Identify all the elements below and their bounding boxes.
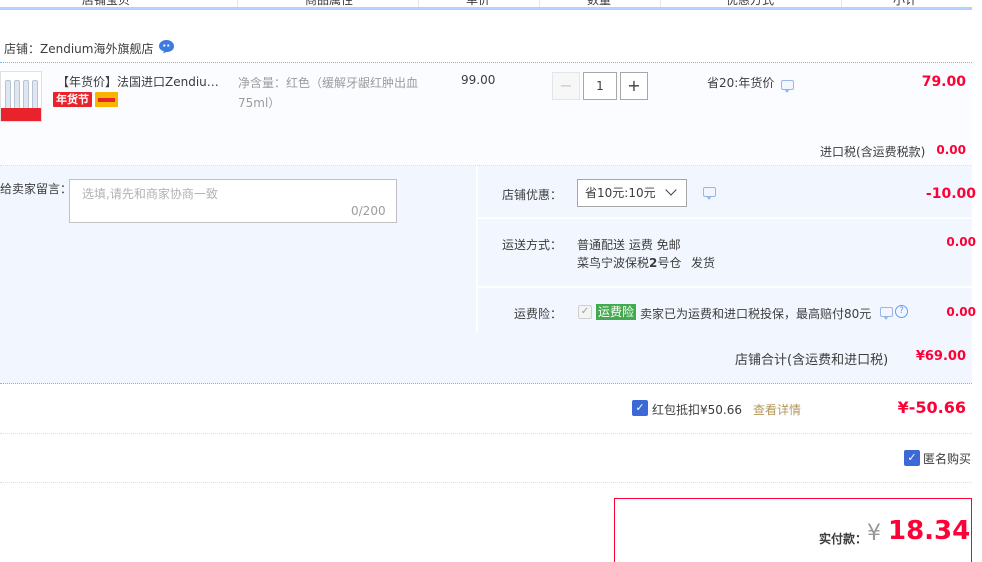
shipping-dispatch: 发货 bbox=[691, 256, 716, 270]
anonymous-purchase-checkbox[interactable]: ✓ bbox=[904, 450, 920, 466]
credit-card-icon bbox=[95, 92, 118, 107]
new-year-festival-badge: 年货节 bbox=[53, 92, 92, 107]
quantity-input[interactable] bbox=[583, 72, 617, 100]
unit-price: 99.00 bbox=[461, 73, 496, 87]
warehouse-suffix: 号仓 bbox=[657, 256, 682, 270]
anonymous-purchase-label: 匿名购买 bbox=[923, 452, 972, 466]
help-icon[interactable]: ? bbox=[895, 305, 908, 318]
header-col-price: 单价 bbox=[466, 0, 491, 7]
coupon-details-link[interactable]: 查看详情 bbox=[753, 401, 801, 418]
promotion-comment-icon[interactable] bbox=[781, 80, 794, 93]
insurance-label: 运费险： bbox=[514, 307, 563, 321]
store-total-label: 店铺合计(含运费和进口税) bbox=[735, 353, 889, 368]
import-tax-value: 0.00 bbox=[936, 143, 966, 157]
product-attribute: 净含量：红色（缓解牙龈红肿出血75ml） bbox=[238, 76, 419, 110]
header-col-quantity: 数量 bbox=[587, 0, 612, 7]
payment-label: 实付款： bbox=[819, 532, 868, 546]
insurance-text: 卖家已为运费和进口税投保，最高赔付80元 bbox=[640, 307, 872, 321]
insurance-value: 0.00 bbox=[946, 305, 976, 319]
product-thumbnail[interactable] bbox=[0, 71, 42, 122]
payment-amount: 18.34 bbox=[888, 516, 971, 546]
item-subtotal: 79.00 bbox=[921, 74, 966, 90]
insurance-checkbox[interactable]: ✓ bbox=[578, 305, 592, 319]
shipping-value: 0.00 bbox=[946, 235, 976, 249]
shipping-warehouse: 菜鸟宁波保税2号仓 bbox=[577, 254, 681, 271]
header-col-subtotal: 小计 bbox=[893, 0, 918, 7]
coupon-label: 红包抵扣¥50.66 bbox=[652, 403, 742, 417]
import-tax-label: 进口税(含运费税款) bbox=[820, 145, 926, 159]
divider bbox=[0, 482, 972, 483]
order-table-header: 店铺宝贝 商品属性 单价 数量 优惠方式 小计 bbox=[0, 0, 972, 10]
seller-message-char-count: 0/200 bbox=[351, 204, 386, 218]
payment-currency: ¥ bbox=[867, 521, 881, 546]
divider bbox=[0, 433, 972, 434]
header-col-store-item: 店铺宝贝 bbox=[82, 0, 131, 7]
store-total-value: ¥69.00 bbox=[915, 349, 966, 364]
wangwang-chat-icon[interactable] bbox=[158, 39, 175, 54]
insurance-comment-icon[interactable] bbox=[880, 307, 893, 320]
coupon-checkbox[interactable]: ✓ bbox=[632, 400, 648, 416]
product-title-link[interactable]: 【年货价】法国进口Zendium... bbox=[57, 73, 225, 90]
quantity-increase-button[interactable]: + bbox=[620, 72, 648, 100]
store-discount-value: -10.00 bbox=[925, 186, 976, 202]
insurance-badge: 运费险 bbox=[596, 304, 637, 320]
discount-comment-icon[interactable] bbox=[703, 187, 716, 200]
seller-message-placeholder: 选填,请先和商家协商一致 bbox=[82, 187, 218, 201]
shipping-method: 普通配送 运费 免邮 bbox=[577, 238, 681, 252]
seller-message-label: 给卖家留言： bbox=[0, 182, 73, 196]
shipping-label: 运送方式： bbox=[502, 238, 563, 252]
warehouse-prefix: 菜鸟宁波保税 bbox=[577, 256, 650, 270]
coupon-value: ¥-50.66 bbox=[897, 398, 966, 417]
store-name: 店铺：Zendium海外旗舰店 bbox=[4, 42, 154, 56]
quantity-decrease-button[interactable]: − bbox=[552, 72, 580, 100]
promotion-text: 省20:年货价 bbox=[707, 76, 775, 90]
header-col-promotion: 优惠方式 bbox=[726, 0, 775, 7]
header-col-attributes: 商品属性 bbox=[305, 0, 354, 7]
store-discount-label: 店铺优惠： bbox=[502, 188, 563, 202]
